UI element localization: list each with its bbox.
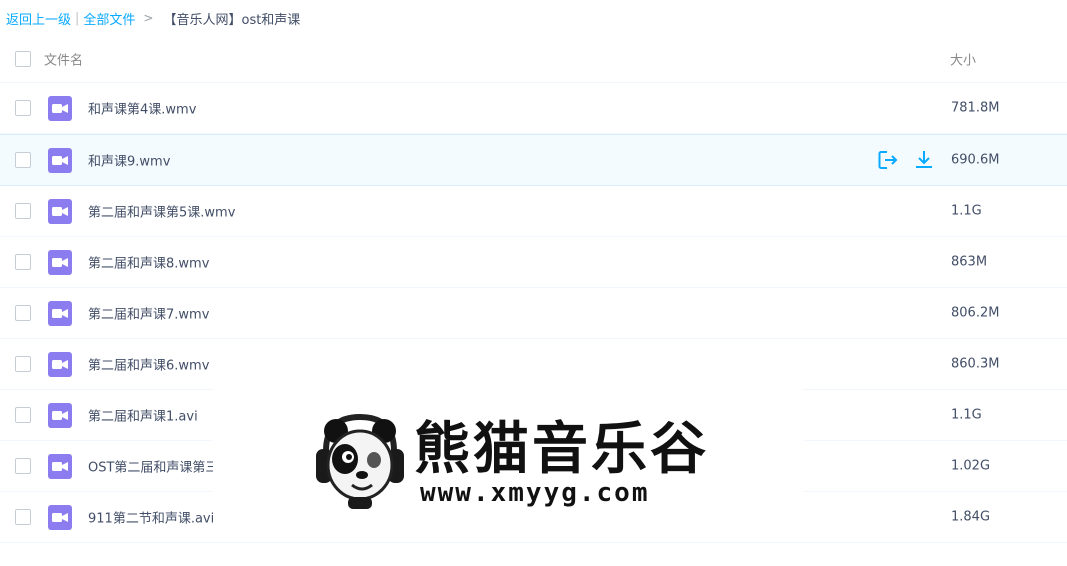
video-file-icon: [48, 454, 72, 479]
file-name[interactable]: 第二届和声课1.avi: [88, 406, 198, 425]
video-file-icon: [48, 403, 72, 428]
video-file-icon: [48, 301, 72, 326]
video-file-icon: [48, 250, 72, 275]
file-size: 1.1G: [951, 203, 982, 219]
download-icon[interactable]: [913, 149, 935, 171]
current-folder: 【音乐人网】ost和声课: [163, 12, 301, 28]
row-checkbox[interactable]: [15, 254, 31, 270]
list-header: 文件名 大小: [0, 36, 1067, 83]
file-size: 1.1G: [951, 407, 982, 423]
video-file-icon: [48, 199, 72, 224]
row-checkbox[interactable]: [15, 152, 31, 168]
file-size: 690.6M: [951, 152, 1000, 168]
file-name[interactable]: 第二届和声课7.wmv: [88, 304, 209, 323]
file-name[interactable]: 第二届和声课8.wmv: [88, 253, 209, 272]
file-name[interactable]: OST第二届和声课第三: [88, 457, 218, 476]
file-name[interactable]: 第二届和声课6.wmv: [88, 355, 209, 374]
row-checkbox[interactable]: [15, 203, 31, 219]
breadcrumb-separator: |: [75, 10, 80, 26]
file-name[interactable]: 和声课9.wmv: [88, 151, 170, 170]
file-row[interactable]: 第二届和声课第5课.wmv 1.1G: [0, 186, 1067, 237]
file-size: 781.8M: [951, 100, 1000, 116]
file-name[interactable]: 911第二节和声课.avi: [88, 508, 214, 527]
watermark-title: 熊猫音乐谷: [414, 417, 709, 482]
video-file-icon: [48, 352, 72, 377]
select-all-checkbox[interactable]: [15, 51, 31, 67]
row-checkbox[interactable]: [15, 509, 31, 525]
name-column-header[interactable]: 文件名: [44, 50, 83, 69]
file-row[interactable]: 第二届和声课7.wmv 806.2M: [0, 288, 1067, 339]
file-size: 806.2M: [951, 305, 1000, 321]
breadcrumb: 返回上一级 | 全部文件 > 【音乐人网】ost和声课: [6, 9, 301, 28]
back-link[interactable]: 返回上一级: [6, 9, 71, 28]
file-size: 860.3M: [951, 356, 1000, 372]
panda-logo-icon: [312, 411, 408, 511]
file-size: 1.02G: [951, 458, 991, 474]
file-row[interactable]: 第二届和声课8.wmv 863M: [0, 237, 1067, 288]
file-name[interactable]: 和声课第4课.wmv: [88, 99, 196, 118]
row-checkbox[interactable]: [15, 356, 31, 372]
file-size: 863M: [951, 254, 988, 270]
all-files-link[interactable]: 全部文件: [83, 9, 135, 28]
share-icon[interactable]: [877, 149, 899, 171]
file-row[interactable]: 第二届和声课6.wmv 860.3M: [0, 339, 1067, 390]
row-checkbox[interactable]: [15, 305, 31, 321]
file-row[interactable]: 和声课第4课.wmv 781.8M: [0, 83, 1067, 134]
file-row[interactable]: 和声课9.wmv 690.6M: [0, 134, 1067, 186]
file-size: 1.84G: [951, 509, 991, 525]
size-column-header[interactable]: 大小: [950, 50, 976, 69]
breadcrumb-arrow: >: [143, 11, 154, 25]
row-checkbox[interactable]: [15, 100, 31, 116]
video-file-icon: [48, 148, 72, 173]
video-file-icon: [48, 96, 72, 121]
row-checkbox[interactable]: [15, 407, 31, 423]
video-file-icon: [48, 505, 72, 530]
row-checkbox[interactable]: [15, 458, 31, 474]
watermark-url: www.xmyyg.com: [420, 478, 650, 508]
file-name[interactable]: 第二届和声课第5课.wmv: [88, 202, 235, 221]
